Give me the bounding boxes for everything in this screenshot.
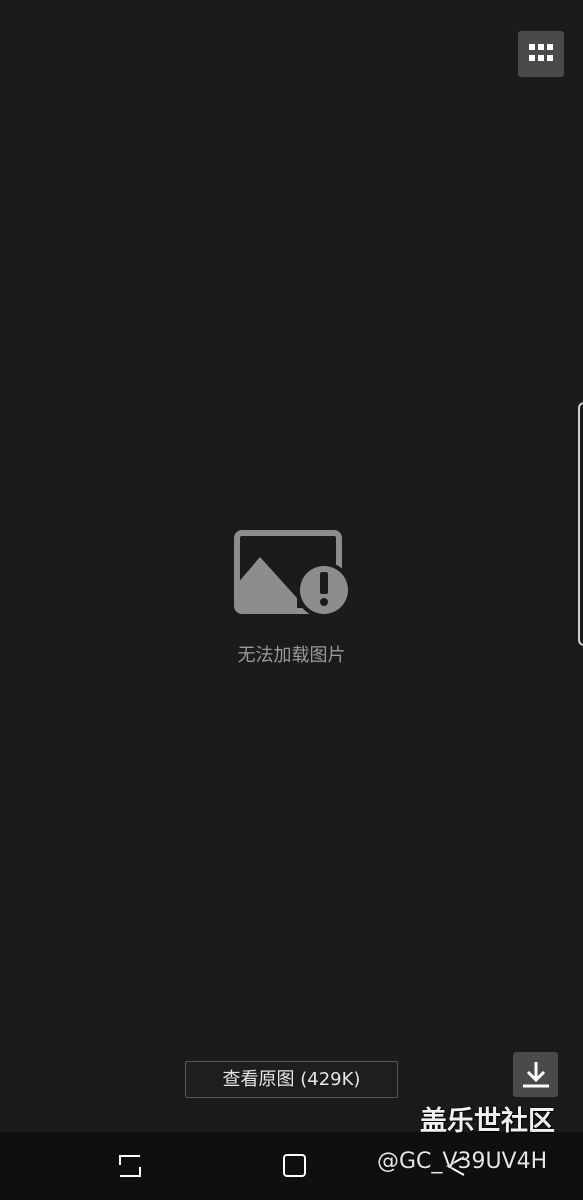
broken-image-icon — [234, 530, 350, 618]
grid-icon — [529, 44, 553, 61]
watermark-user: @GC_V39UV4H — [377, 1149, 548, 1174]
watermark-site: 盖乐世社区 — [420, 1106, 555, 1137]
home-icon[interactable] — [282, 1153, 308, 1179]
image-load-error: 无法加载图片 — [0, 528, 583, 678]
download-icon — [523, 1062, 549, 1088]
grid-view-button[interactable] — [518, 31, 564, 77]
recents-icon[interactable] — [118, 1153, 144, 1179]
image-viewer-screen: 无法加载图片 查看原图 (429K) 盖乐世社区 @GC_V39UV4H — [0, 0, 583, 1200]
download-button[interactable] — [513, 1052, 558, 1097]
error-message: 无法加载图片 — [237, 645, 346, 666]
view-original-button[interactable]: 查看原图 (429K) — [185, 1061, 398, 1098]
